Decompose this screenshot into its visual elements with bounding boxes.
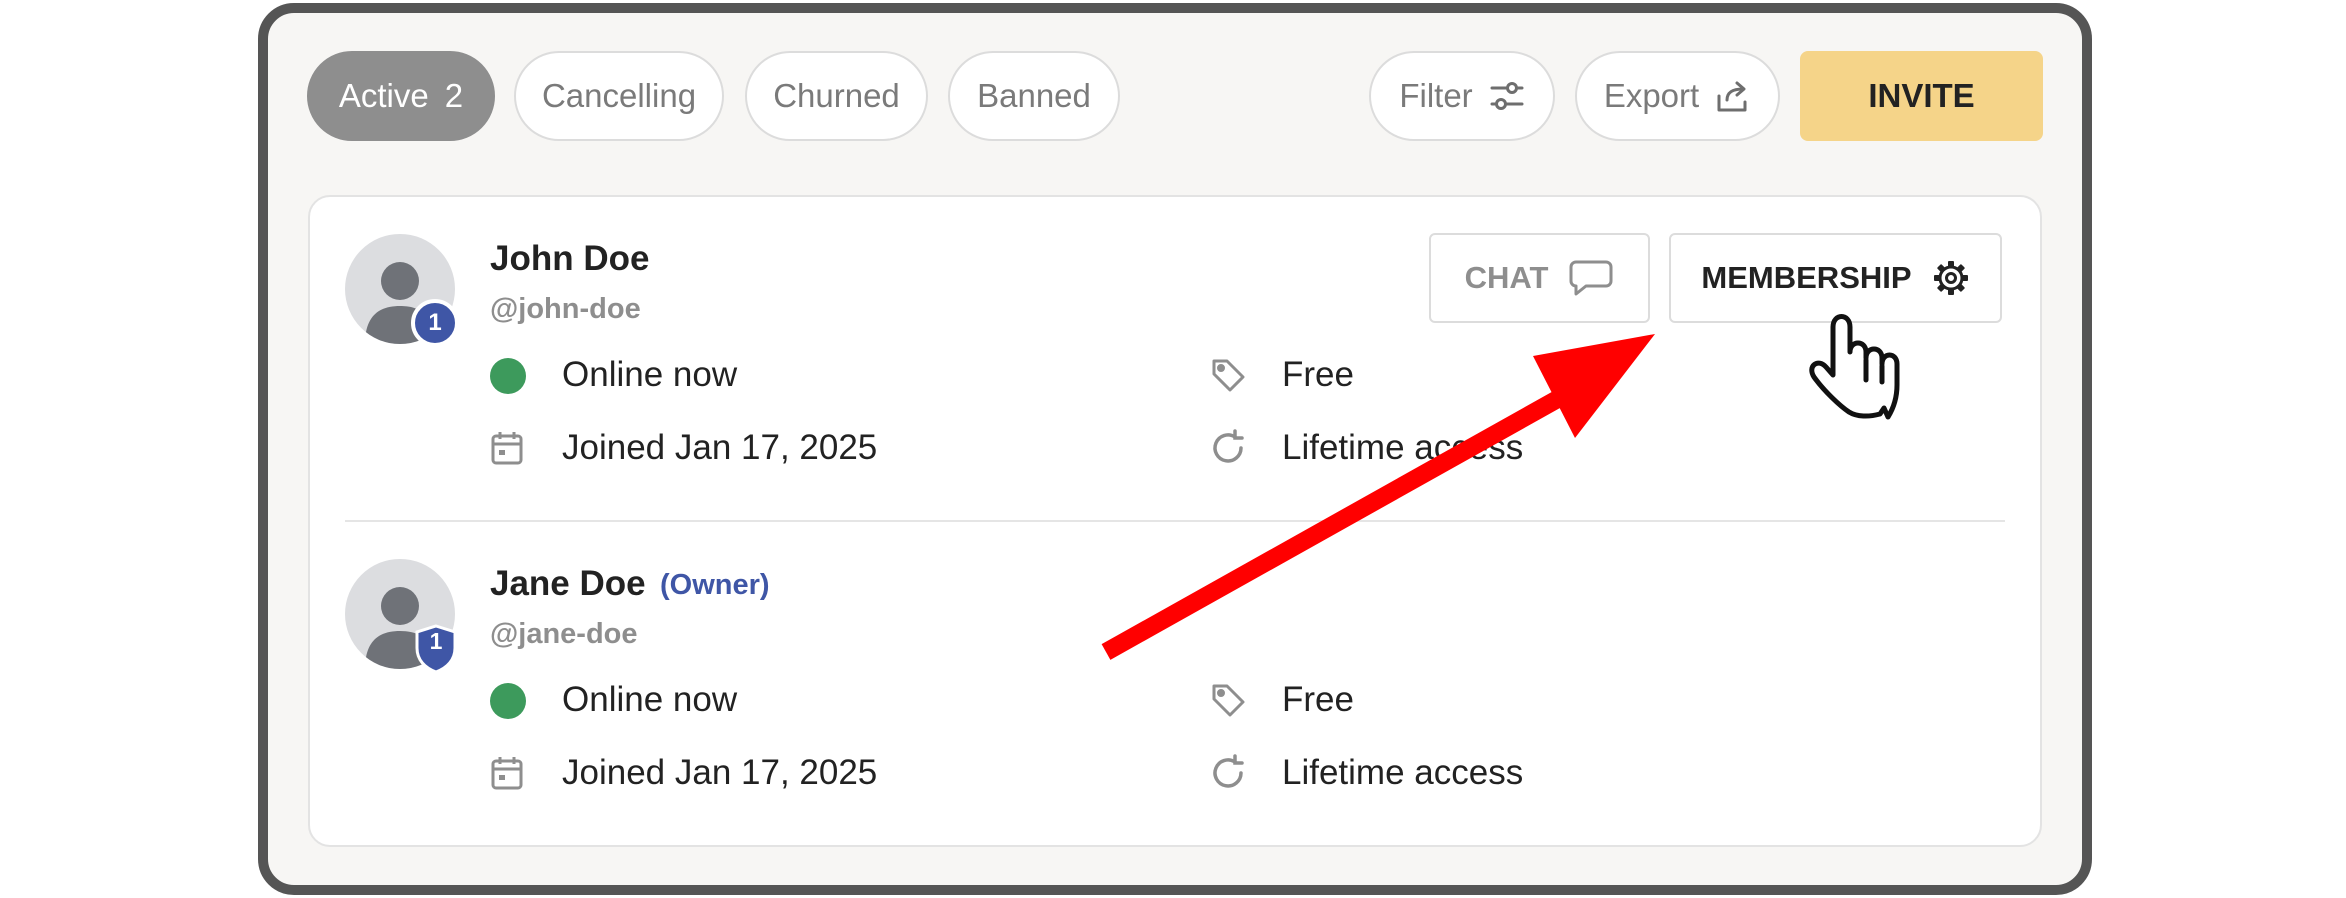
tab-label: Churned — [773, 77, 900, 114]
tab-label: Banned — [977, 77, 1091, 114]
gear-icon — [1933, 261, 1968, 295]
online-indicator — [490, 358, 526, 394]
tab-cancelling[interactable]: Cancelling — [514, 51, 724, 141]
tag-icon — [1212, 684, 1245, 717]
online-status: Online now — [562, 355, 738, 394]
invite-label: INVITE — [1868, 77, 1975, 114]
tab-label: Active — [338, 77, 429, 114]
tab-active[interactable]: Active 2 — [307, 51, 495, 141]
export-button[interactable]: Export — [1575, 51, 1780, 141]
level-shield-badge: 1 — [414, 624, 458, 674]
refresh-icon — [1213, 429, 1244, 463]
online-status: Online now — [562, 680, 738, 719]
tag-icon — [1212, 359, 1245, 392]
tab-label: Cancelling — [541, 77, 697, 114]
access-type: Lifetime access — [1282, 428, 1524, 467]
tab-banned[interactable]: Banned — [948, 51, 1120, 141]
joined-date: Joined Jan 17, 2025 — [562, 428, 878, 467]
filter-button[interactable]: Filter — [1369, 51, 1555, 141]
filter-sliders-icon — [1490, 82, 1524, 110]
access-type: Lifetime access — [1282, 753, 1524, 792]
tab-count: 2 — [444, 77, 464, 114]
chat-button[interactable]: CHAT — [1429, 233, 1650, 323]
online-indicator — [490, 683, 526, 719]
export-icon — [1717, 81, 1747, 112]
member-name[interactable]: Jane Doe — [490, 564, 646, 604]
invite-button[interactable]: INVITE — [1800, 51, 2043, 141]
member-handle: @jane-doe — [490, 618, 638, 650]
filter-label: Filter — [1399, 77, 1473, 114]
plan-price: Free — [1282, 680, 1354, 719]
chat-bubble-icon — [1569, 260, 1613, 296]
calendar-icon — [491, 432, 523, 465]
member-handle: @john-doe — [490, 293, 641, 325]
membership-label: MEMBERSHIP — [1701, 260, 1912, 295]
joined-date: Joined Jan 17, 2025 — [562, 753, 878, 792]
membership-button[interactable]: MEMBERSHIP — [1669, 233, 2002, 323]
tab-churned[interactable]: Churned — [745, 51, 928, 141]
calendar-icon — [491, 757, 523, 790]
export-label: Export — [1603, 77, 1700, 114]
member-name[interactable]: John Doe — [490, 239, 649, 279]
refresh-icon — [1213, 754, 1244, 788]
row-divider — [345, 520, 2005, 522]
owner-role-label: (Owner) — [660, 569, 770, 601]
plan-price: Free — [1282, 355, 1354, 394]
level-badge: 1 — [411, 299, 459, 347]
chat-label: CHAT — [1464, 260, 1549, 295]
